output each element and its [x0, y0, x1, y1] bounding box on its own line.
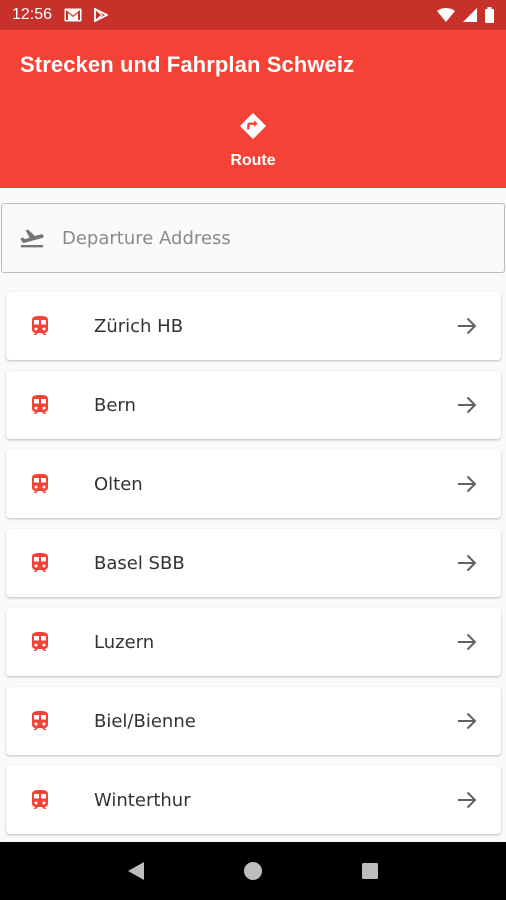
station-label: Luzern — [94, 631, 155, 653]
station-label: Biel/Bienne — [94, 710, 196, 732]
train-icon — [32, 474, 48, 493]
arrow-forward-icon — [458, 791, 477, 809]
train-icon — [32, 316, 48, 335]
wifi-icon — [437, 8, 455, 22]
arrow-forward-icon — [458, 712, 477, 730]
flight-takeoff-icon — [20, 229, 44, 248]
station-item[interactable]: Biel/Bienne — [6, 687, 501, 755]
train-icon — [32, 790, 48, 809]
station-item[interactable]: Zürich HB — [6, 292, 501, 360]
train-icon — [32, 553, 48, 572]
station-item[interactable]: Olten — [6, 450, 501, 518]
status-time: 12:56 — [12, 6, 53, 23]
arrow-forward-icon — [458, 317, 477, 335]
home-icon[interactable] — [243, 861, 263, 881]
cellular-icon — [463, 8, 477, 22]
station-label: Basel SBB — [94, 552, 185, 574]
battery-icon — [485, 7, 494, 23]
play-store-icon — [94, 8, 109, 22]
app-title: Strecken und Fahrplan Schweiz — [20, 52, 355, 77]
station-label: Winterthur — [94, 789, 191, 811]
arrow-forward-icon — [458, 396, 477, 414]
arrow-forward-icon — [458, 554, 477, 572]
station-label: Zürich HB — [94, 315, 184, 337]
app-bar: Strecken und Fahrplan Schweiz Route — [0, 30, 506, 188]
station-item[interactable]: Bern — [6, 371, 501, 439]
system-nav-bar — [0, 842, 506, 900]
station-item[interactable]: Luzern — [6, 608, 501, 676]
station-label: Bern — [94, 394, 136, 416]
train-icon — [32, 632, 48, 651]
back-icon[interactable] — [127, 861, 145, 881]
station-item[interactable]: Basel SBB — [6, 529, 501, 597]
train-icon — [32, 711, 48, 730]
train-icon — [32, 395, 48, 414]
departure-address-field[interactable] — [1, 203, 505, 273]
recents-icon[interactable] — [361, 862, 379, 880]
status-bar: 12:56 — [0, 0, 506, 30]
station-label: Olten — [94, 473, 143, 495]
departure-address-input[interactable] — [62, 227, 442, 249]
arrow-forward-icon — [458, 475, 477, 493]
tab-route[interactable]: Route — [203, 112, 303, 180]
directions-icon — [240, 113, 266, 139]
arrow-forward-icon — [458, 633, 477, 651]
station-item[interactable]: Winterthur — [6, 766, 501, 834]
gmail-icon — [64, 8, 82, 22]
tab-route-label: Route — [230, 152, 276, 169]
